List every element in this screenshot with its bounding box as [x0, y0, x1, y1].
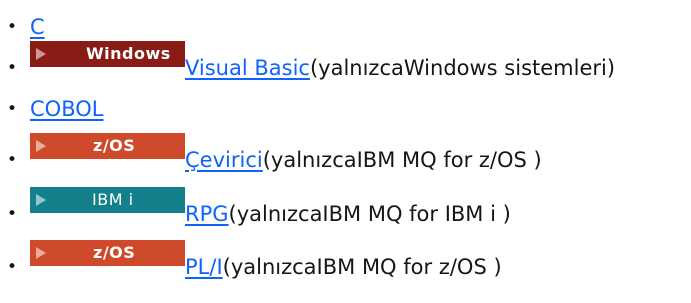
bullet: •	[7, 99, 18, 119]
list-item: • IBM i RPG (yalnızcaIBM MQ for IBM i )	[0, 187, 511, 227]
bullet: •	[7, 150, 18, 170]
link-c[interactable]: C	[30, 14, 45, 40]
bullet: •	[7, 58, 18, 78]
platform-note: (yalnızcaIBM MQ for z/OS )	[262, 148, 542, 172]
arrow-right-icon	[36, 140, 46, 152]
list-item: • COBOL	[0, 82, 103, 122]
platform-note: (yalnızcaWindows sistemleri)	[309, 56, 616, 80]
windows-platform-badge: Windows	[30, 41, 185, 67]
arrow-right-icon	[36, 247, 46, 259]
link-ceviric[interactable]: Çevirici	[185, 147, 263, 173]
platform-note: (yalnızcaIBM MQ for IBM i )	[228, 202, 511, 226]
zos-platform-badge: z/OS	[30, 133, 185, 159]
zos-platform-badge: z/OS	[30, 240, 185, 266]
link-visual-basic[interactable]: Visual Basic	[185, 55, 310, 81]
badge-label: z/OS	[93, 136, 136, 155]
list-item: • Windows Visual Basic (yalnızcaWindows …	[0, 41, 615, 81]
platform-note: (yalnızcaIBM MQ for z/OS )	[222, 255, 502, 279]
bullet: •	[7, 257, 18, 277]
link-pli[interactable]: PL/I	[185, 254, 223, 280]
arrow-right-icon	[36, 194, 46, 206]
list-item: • C	[0, 0, 45, 40]
badge-label: IBM i	[92, 190, 134, 209]
ibmi-platform-badge: IBM i	[30, 187, 185, 213]
list-item: • z/OS Çevirici (yalnızcaIBM MQ for z/OS…	[0, 133, 542, 173]
bullet: •	[7, 17, 18, 37]
language-list: • C • Windows Visual Basic (yalnızcaWind…	[0, 0, 691, 303]
bullet: •	[7, 204, 18, 224]
arrow-right-icon	[36, 48, 46, 60]
link-cobol[interactable]: COBOL	[30, 96, 103, 122]
badge-label: Windows	[86, 44, 171, 63]
list-item: • z/OS PL/I (yalnızcaIBM MQ for z/OS )	[0, 240, 502, 280]
badge-label: z/OS	[93, 243, 136, 262]
link-rpg[interactable]: RPG	[185, 201, 229, 227]
